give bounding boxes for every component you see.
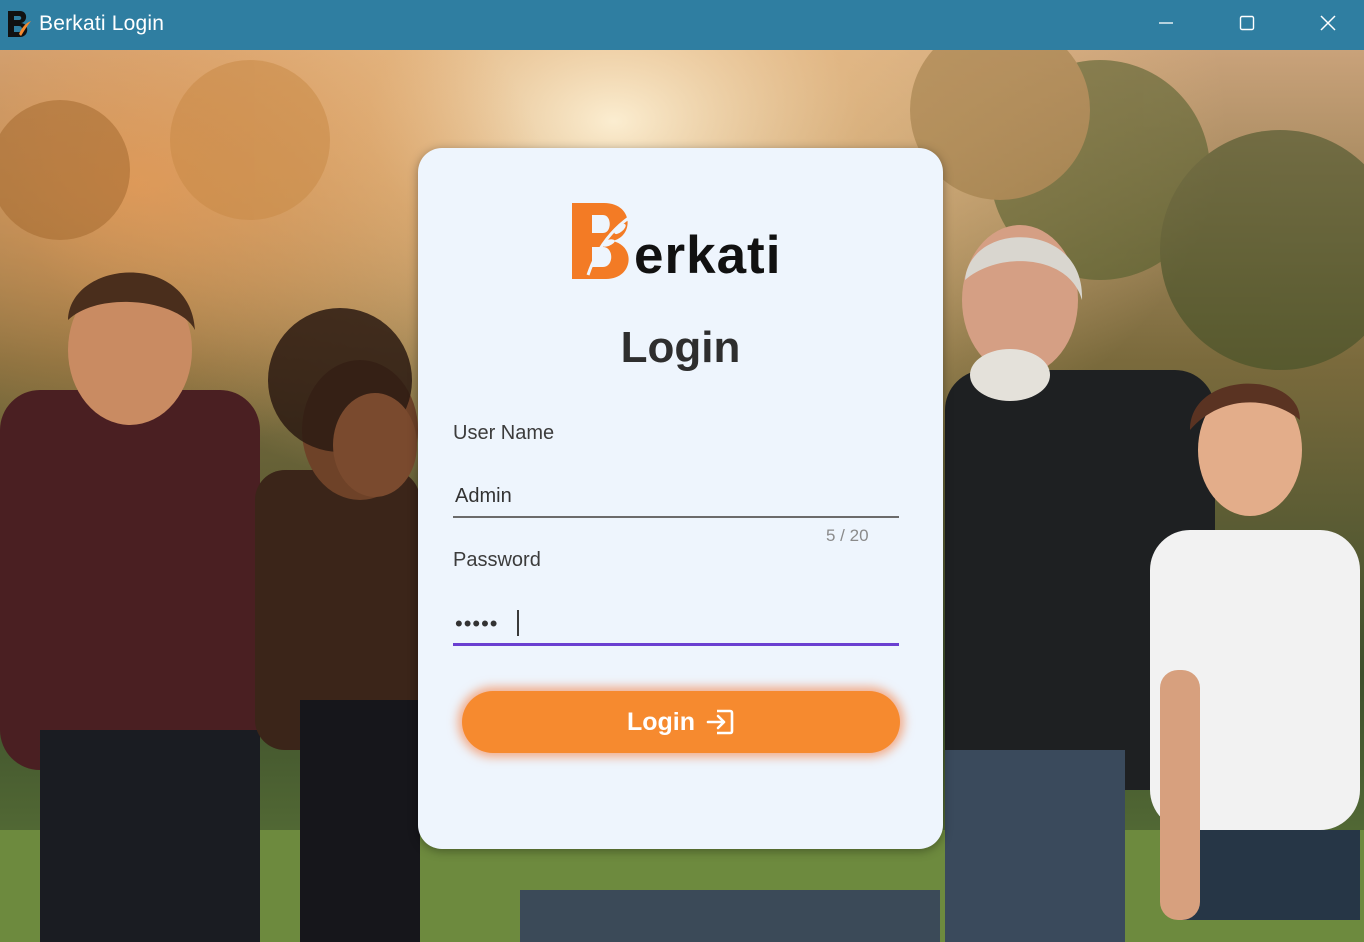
title-bar: Berkati Login [0,0,1364,50]
username-char-counter: 5 / 20 [826,526,869,545]
login-title: Login [620,323,741,372]
brand-b-icon [572,203,631,279]
window-title: Berkati Login [39,12,165,35]
close-icon [1319,14,1337,37]
login-button-label: Login [626,707,696,736]
login-button[interactable]: Login [462,691,900,753]
login-card: erkati Login User Name 5 / 20 Password L… [418,148,943,849]
close-button[interactable] [1288,0,1364,50]
password-label: Password [453,549,541,571]
maximize-button[interactable] [1207,0,1287,50]
login-icon [705,708,735,736]
username-input[interactable] [453,476,899,518]
brand-logo: erkati [570,201,810,283]
password-input[interactable] [453,604,899,646]
minimize-button[interactable] [1126,0,1206,50]
text-caret [517,610,519,636]
brand-name: erkati [634,226,782,285]
maximize-icon [1239,15,1255,36]
username-label: User Name [453,422,555,444]
minimize-icon [1158,15,1174,36]
app-logo-icon [6,9,32,39]
